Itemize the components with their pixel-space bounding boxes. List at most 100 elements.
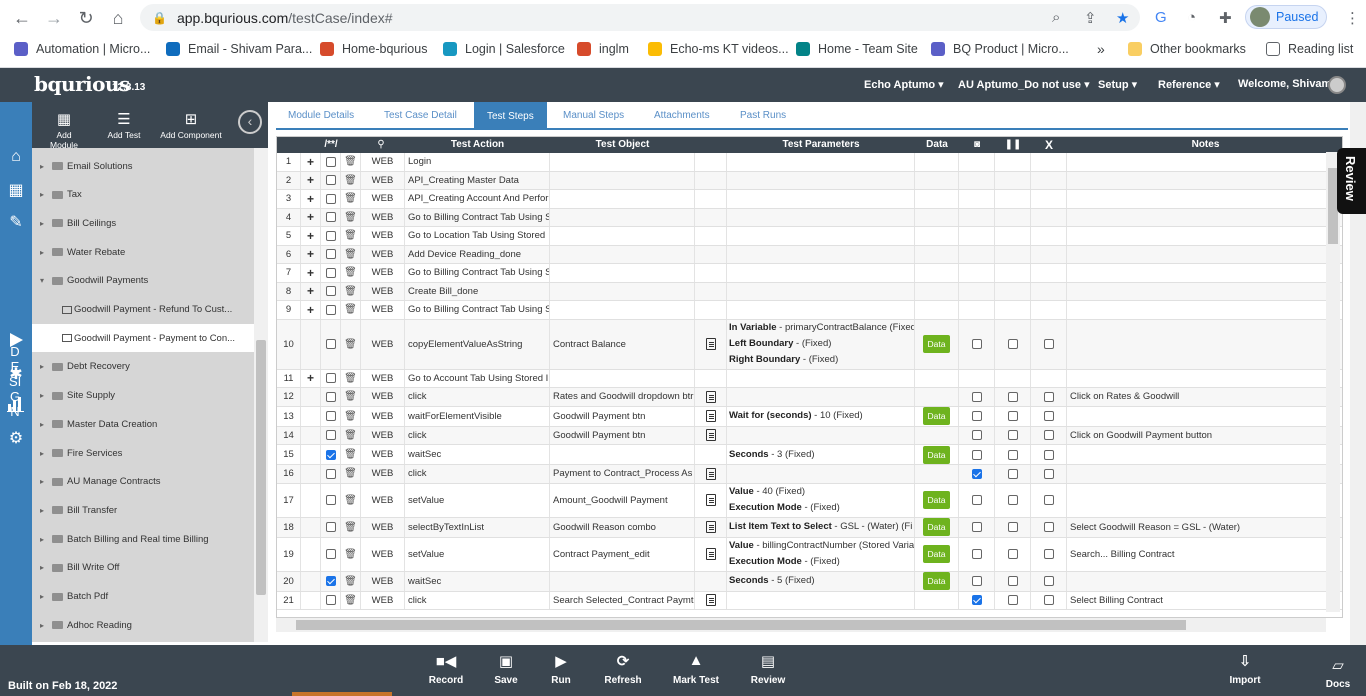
screenshot-checkbox[interactable]: [971, 411, 982, 421]
expand-step-cell[interactable]: +: [301, 282, 321, 300]
step-notes[interactable]: [1067, 465, 1342, 483]
data-button[interactable]: Data: [922, 407, 951, 425]
skip-checkbox[interactable]: [1043, 576, 1054, 586]
reference-menu[interactable]: Reference ▾: [1158, 78, 1220, 91]
data-button[interactable]: Data: [922, 445, 951, 464]
zoom-icon[interactable]: ⌕: [1052, 9, 1060, 26]
comment-checkbox[interactable]: [325, 249, 336, 260]
trash-icon[interactable]: 🗑: [344, 286, 357, 297]
comment-checkbox[interactable]: [325, 193, 336, 204]
tree-item[interactable]: ▸ Master Data Creation: [32, 410, 254, 438]
profile-button[interactable]: Paused: [1245, 5, 1327, 29]
table-row[interactable]: 19 🗑 WEB setValue Contract Payment_edit Value…: [277, 537, 1342, 572]
expand-step-cell[interactable]: +: [301, 369, 321, 387]
pause-checkbox[interactable]: [1007, 522, 1018, 532]
skip-checkbox[interactable]: [1043, 411, 1054, 421]
skip-checkbox[interactable]: [1043, 549, 1054, 559]
bookmark-item[interactable]: BQ Product | Micro...: [931, 41, 1069, 57]
test-action[interactable]: click: [405, 591, 550, 609]
skip-checkbox[interactable]: [1043, 495, 1054, 505]
test-parameters[interactable]: [727, 153, 915, 171]
chevron-right-icon[interactable]: ▸: [40, 219, 52, 228]
comment-checkbox[interactable]: [325, 449, 336, 460]
trash-icon[interactable]: 🗑: [344, 468, 357, 479]
plus-icon[interactable]: +: [307, 173, 314, 187]
review-button[interactable]: ▤ Review: [748, 652, 788, 686]
trash-icon[interactable]: 🗑: [344, 267, 357, 278]
chevron-down-icon[interactable]: ▾: [40, 276, 52, 285]
test-action[interactable]: API_Creating Master Data: [405, 171, 550, 189]
trash-icon[interactable]: 🗑: [344, 249, 357, 260]
screenshot-checkbox[interactable]: [971, 522, 982, 532]
table-row[interactable]: 15 🗑 WEB waitSec Seconds - 3 (Fixed) Data: [277, 445, 1342, 465]
table-row[interactable]: 8 + 🗑 WEB Create Bill_done: [277, 282, 1342, 301]
chevron-right-icon[interactable]: ▸: [40, 563, 52, 572]
tree-item[interactable]: ▸ Bill Ceilings: [32, 209, 254, 237]
comment-checkbox[interactable]: [325, 430, 336, 441]
pause-checkbox[interactable]: [1007, 411, 1018, 421]
test-action[interactable]: copyElementValueAsString: [405, 319, 550, 369]
pause-checkbox[interactable]: [1007, 430, 1018, 441]
table-row[interactable]: 4 + 🗑 WEB Go to Billing Contract Tab Using S: [277, 208, 1342, 227]
test-parameters[interactable]: [727, 591, 915, 609]
step-notes[interactable]: [1067, 246, 1342, 264]
screenshot-checkbox[interactable]: [971, 430, 982, 441]
pause-checkbox[interactable]: [1007, 468, 1018, 479]
tree-item[interactable]: ▸ Batch Pdf: [32, 583, 254, 611]
document-icon[interactable]: [705, 429, 716, 442]
comment-checkbox[interactable]: [325, 373, 336, 384]
test-action[interactable]: Go to Location Tab Using Stored: [405, 227, 550, 245]
table-row[interactable]: 5 + 🗑 WEB Go to Location Tab Using Stored: [277, 227, 1342, 246]
comment-checkbox[interactable]: [325, 468, 336, 479]
test-parameters[interactable]: Seconds - 3 (Fixed): [727, 445, 915, 464]
plus-icon[interactable]: +: [307, 303, 314, 317]
chevron-right-icon[interactable]: ▸: [40, 477, 52, 486]
collapse-panel-button[interactable]: ‹: [238, 110, 262, 134]
document-icon[interactable]: [705, 494, 716, 506]
tree-item[interactable]: ▸ Email Solutions: [32, 152, 254, 180]
screenshot-checkbox[interactable]: [971, 449, 982, 460]
tree-scroll-thumb[interactable]: [256, 340, 266, 595]
table-row[interactable]: 16 🗑 WEB click Payment to Contract_Process A…: [277, 465, 1342, 484]
step-notes[interactable]: [1067, 484, 1342, 517]
test-action[interactable]: API_Creating Account And Perfor: [405, 190, 550, 208]
document-icon[interactable]: [705, 338, 716, 350]
docs-button[interactable]: ▱ Docs: [1320, 656, 1356, 690]
trash-icon[interactable]: 🗑: [344, 193, 357, 204]
screenshot-checkbox[interactable]: [971, 549, 982, 559]
comment-checkbox[interactable]: [325, 156, 336, 167]
table-row[interactable]: 10 🗑 WEB copyElementValueAsString Contract B…: [277, 319, 1342, 370]
tab-manual-steps[interactable]: Manual Steps: [563, 110, 624, 121]
test-action[interactable]: click: [405, 426, 550, 444]
translate-extension-icon[interactable]: G: [1155, 9, 1167, 26]
test-object[interactable]: [550, 264, 695, 282]
table-row[interactable]: 13 🗑 WEB waitForElementVisible Goodwill Paym…: [277, 406, 1342, 427]
test-object[interactable]: Contract Balance: [550, 319, 695, 369]
test-action[interactable]: Login: [405, 153, 550, 171]
tree-item[interactable]: ▸ Water Rebate: [32, 238, 254, 266]
step-notes[interactable]: [1067, 445, 1342, 464]
trash-icon[interactable]: 🗑: [344, 212, 357, 223]
comment-checkbox[interactable]: [325, 595, 336, 606]
trash-icon[interactable]: 🗑: [344, 339, 357, 350]
project-menu[interactable]: Echo Aptumo ▾: [864, 78, 944, 91]
step-notes[interactable]: Select Goodwill Reason = GSL - (Water): [1067, 518, 1342, 537]
data-button[interactable]: Data: [922, 335, 951, 353]
share-icon[interactable]: ⇪: [1084, 9, 1097, 27]
step-notes[interactable]: [1067, 227, 1342, 245]
step-notes[interactable]: Search... Billing Contract: [1067, 538, 1342, 571]
document-icon[interactable]: [705, 390, 716, 403]
tree-item[interactable]: ▸ Bill Transfer: [32, 496, 254, 524]
pencil-icon[interactable]: ✎: [6, 212, 26, 232]
performance-extension-icon[interactable]: ◔: [1187, 9, 1196, 26]
chevron-right-icon[interactable]: ▸: [40, 190, 52, 199]
save-button[interactable]: ▣ Save: [488, 652, 524, 686]
step-notes[interactable]: [1067, 407, 1342, 426]
trash-icon[interactable]: 🗑: [344, 373, 357, 384]
chevron-right-icon[interactable]: ▸: [40, 535, 52, 544]
chevron-right-icon[interactable]: ▸: [40, 592, 52, 601]
table-row[interactable]: 11 + 🗑 WEB Go to Account Tab Using Stored I: [277, 369, 1342, 388]
tree-item[interactable]: ▸ Batch Billing and Real time Billing: [32, 525, 254, 553]
record-button[interactable]: ■◀ Record: [426, 652, 466, 686]
test-action[interactable]: click: [405, 465, 550, 483]
